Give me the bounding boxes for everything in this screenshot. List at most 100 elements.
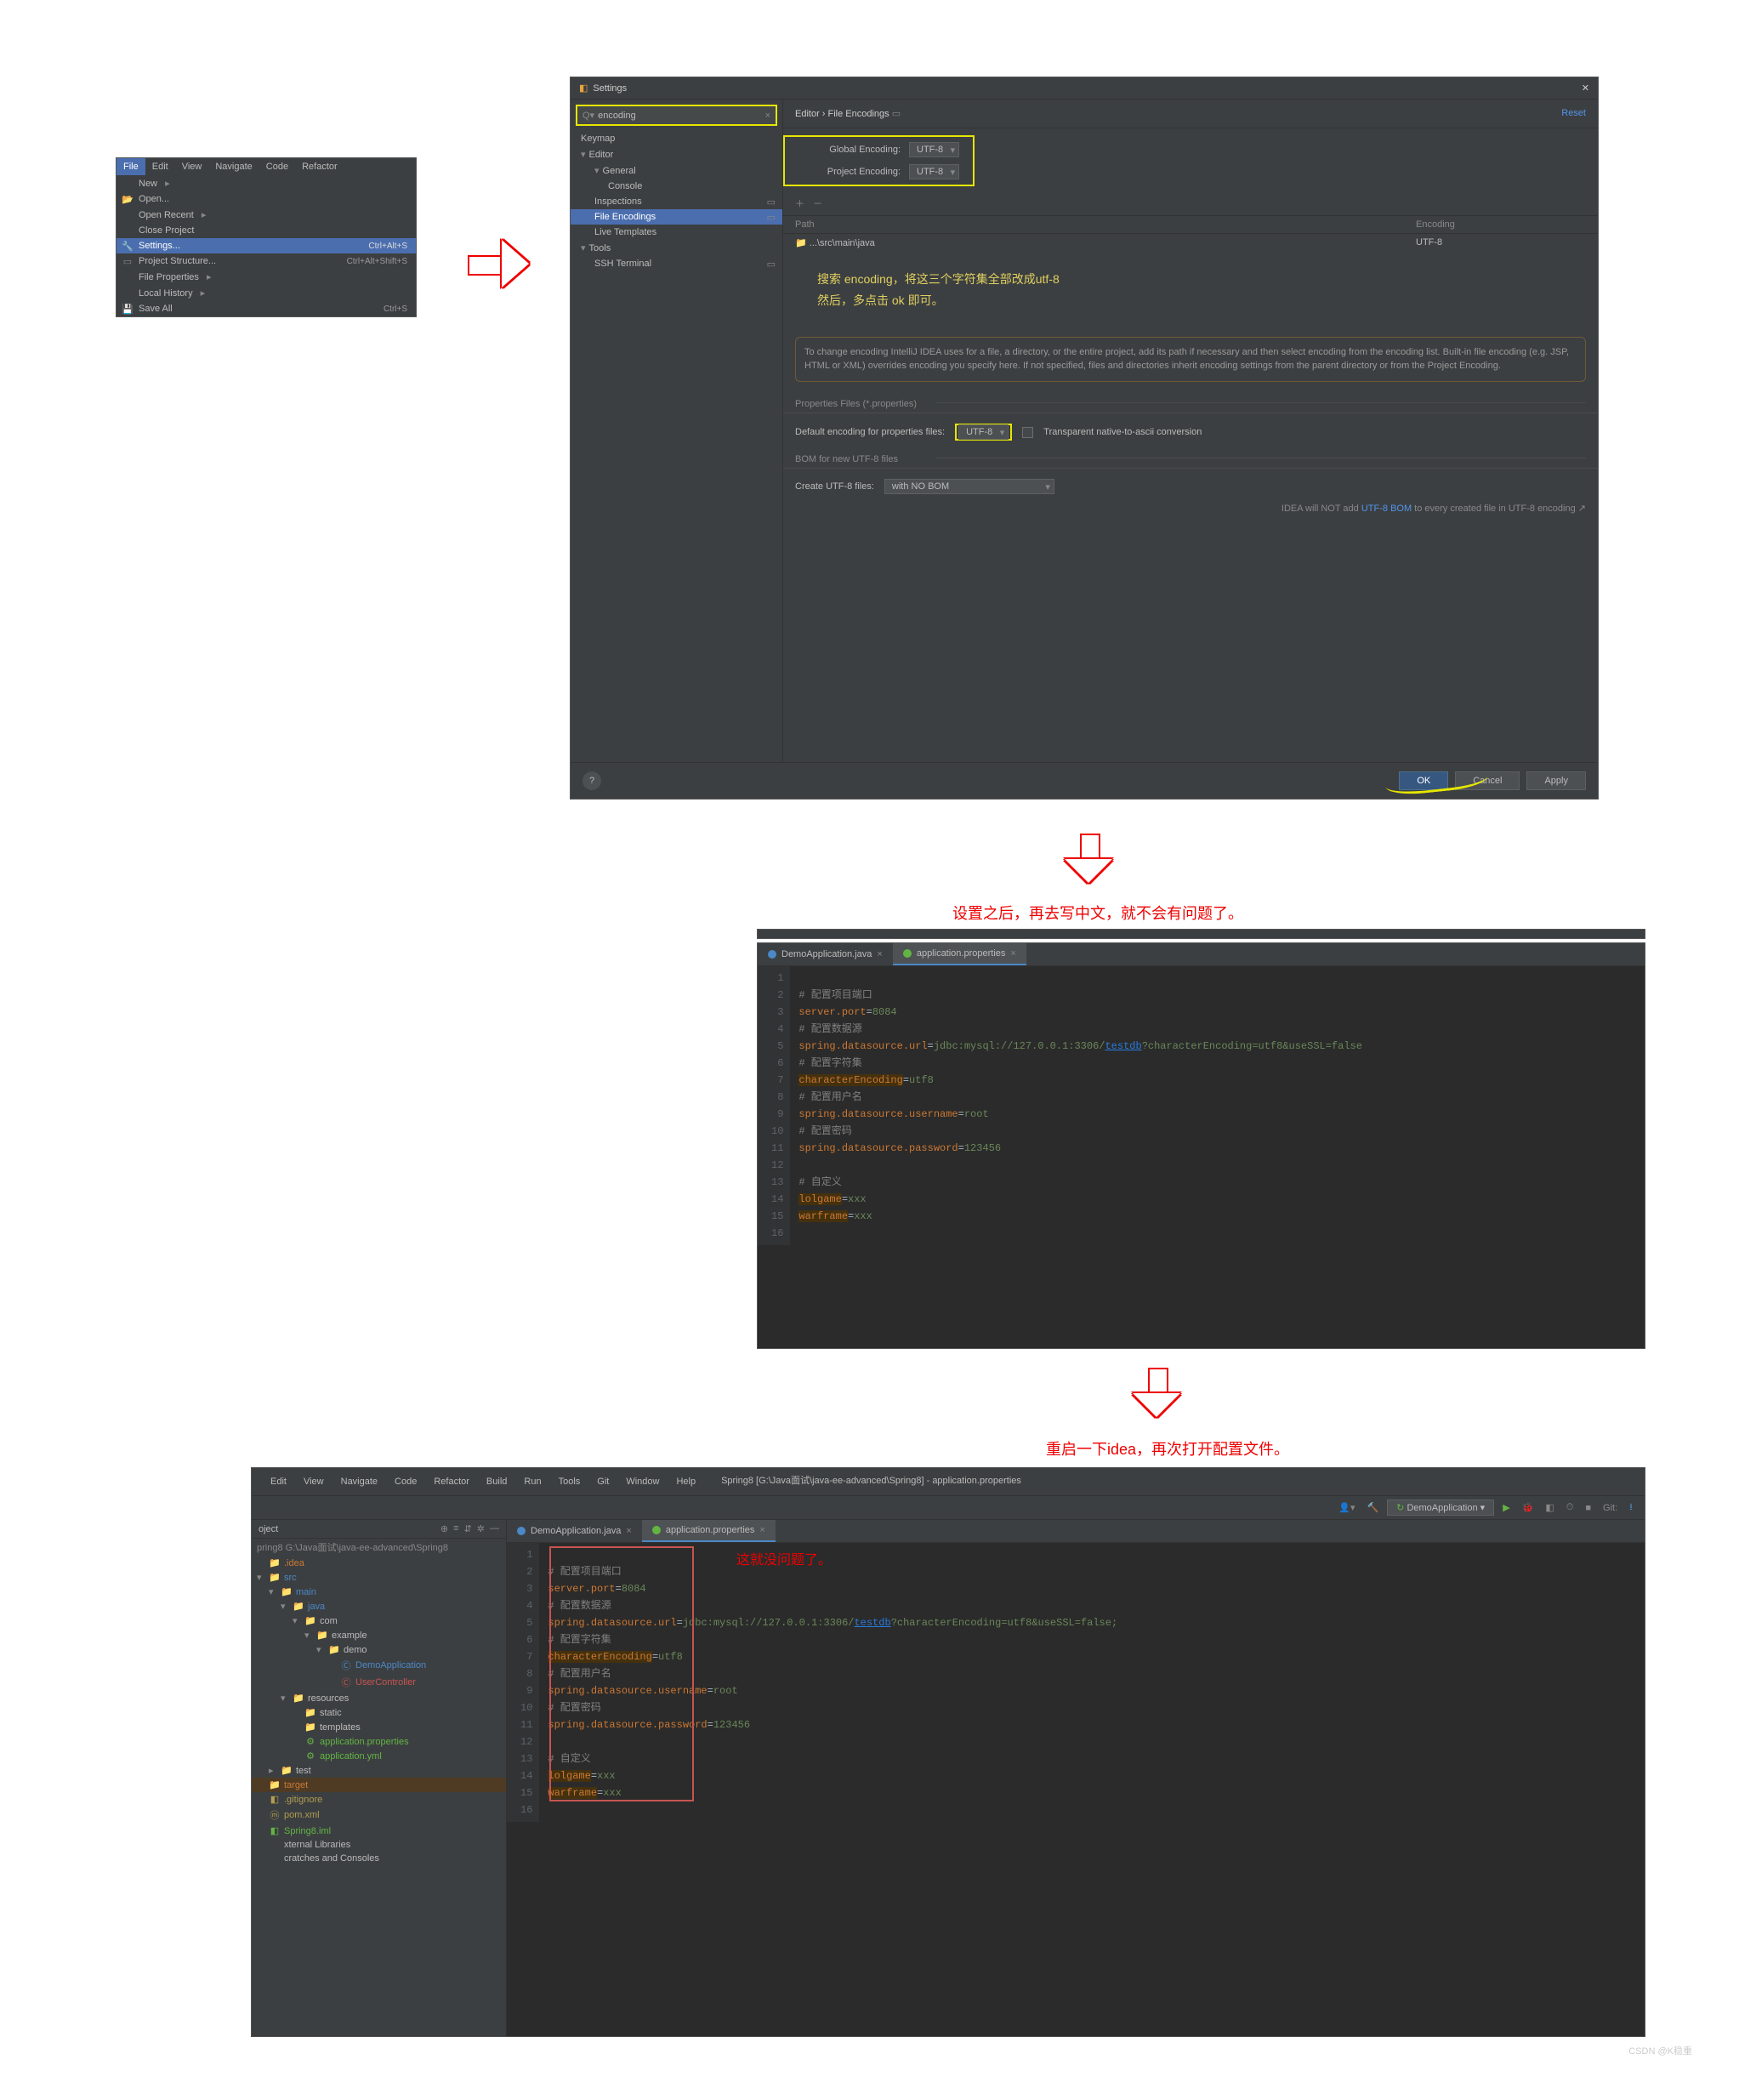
tree-inspections[interactable]: Inspections▭ <box>571 194 782 209</box>
proj-spring8-iml[interactable]: ◧Spring8.iml <box>252 1824 506 1838</box>
tree-console[interactable]: Console <box>571 179 782 194</box>
settings-icon[interactable]: ✲ <box>477 1523 485 1534</box>
menu-code[interactable]: Code <box>259 158 295 175</box>
user-icon[interactable]: 👤▾ <box>1335 1502 1358 1513</box>
tree-ssh-terminal[interactable]: SSH Terminal▭ <box>571 256 782 271</box>
menuitem-open-[interactable]: 📂Open... <box>117 191 416 207</box>
stop-icon[interactable]: ■ <box>1582 1503 1594 1513</box>
proj-cratches-and-consoles[interactable]: cratches and Consoles <box>252 1852 506 1865</box>
menu-file[interactable]: File <box>117 158 145 175</box>
tree-file-encodings[interactable]: File Encodings▭ <box>571 209 782 225</box>
transparent-checkbox[interactable] <box>1022 427 1033 438</box>
git-pull-icon[interactable]: ⭳ <box>1626 1500 1636 1516</box>
tree-live-templates[interactable]: Live Templates <box>571 225 782 240</box>
menuitem-project-structure-[interactable]: ▭Project Structure...Ctrl+Alt+Shift+S <box>117 253 416 269</box>
encoding-table-row[interactable]: 📁 ...\src\main\java UTF-8 <box>783 234 1598 252</box>
project-encoding-dropdown[interactable]: UTF-8 <box>909 164 959 179</box>
proj-demo[interactable]: ▾📁demo <box>252 1642 506 1657</box>
proj-src[interactable]: ▾📁src <box>252 1570 506 1585</box>
menuitem-file-properties[interactable]: File Properties <box>117 269 416 285</box>
tree-keymap[interactable]: Keymap <box>571 131 782 146</box>
props-encoding-dropdown[interactable]: UTF-8 <box>958 424 1009 440</box>
ide-menu-refactor[interactable]: Refactor <box>425 1473 478 1490</box>
global-encoding-dropdown[interactable]: UTF-8 <box>909 142 959 157</box>
ide-menu-window[interactable]: Window <box>617 1473 668 1490</box>
ide-menu-tools[interactable]: Tools <box>550 1473 589 1490</box>
profile-icon[interactable]: ⏱ <box>1563 1502 1577 1513</box>
clear-icon[interactable]: × <box>765 111 770 121</box>
proj-example[interactable]: ▾📁example <box>252 1628 506 1642</box>
proj-resources[interactable]: ▾📁resources <box>252 1691 506 1705</box>
menuitem-save-all[interactable]: 💾Save AllCtrl+S <box>117 301 416 316</box>
proj-main[interactable]: ▾📁main <box>252 1585 506 1599</box>
project-header[interactable]: oject <box>259 1524 278 1534</box>
proj--gitignore[interactable]: ◧.gitignore <box>252 1792 506 1807</box>
ide-menu-code[interactable]: Code <box>386 1473 425 1490</box>
coverage-icon[interactable]: ◧ <box>1542 1502 1557 1513</box>
ide-menu-edit[interactable]: Edit <box>262 1473 295 1490</box>
close-tab-icon[interactable]: × <box>759 1525 764 1535</box>
proj-templates[interactable]: 📁templates <box>252 1720 506 1734</box>
remove-icon[interactable]: － <box>813 196 822 210</box>
project-root[interactable]: pring8 G:\Java面试\java-ee-advanced\Spring… <box>252 1539 506 1556</box>
select-opened-icon[interactable]: ≡ <box>453 1523 458 1534</box>
collapse-icon[interactable]: ⊕ <box>440 1523 448 1534</box>
proj-java[interactable]: ▾📁java <box>252 1599 506 1613</box>
tree-tools[interactable]: ▾Tools <box>571 240 782 256</box>
tab-demoapplication-java[interactable]: DemoApplication.java × <box>507 1520 642 1542</box>
proj-test[interactable]: ▸📁test <box>252 1763 506 1778</box>
menu-view[interactable]: View <box>175 158 209 175</box>
debug-icon[interactable]: 🐞 <box>1519 1502 1537 1513</box>
tree-editor[interactable]: ▾Editor <box>571 146 782 162</box>
menuitem-settings-[interactable]: 🔧Settings...Ctrl+Alt+S <box>117 238 416 253</box>
ide-menu-help[interactable]: Help <box>668 1473 704 1490</box>
annotation-text: 搜索 encoding，将这三个字符集全部改成utf-8 然后，多点击 ok 即… <box>817 269 1564 311</box>
menu-refactor[interactable]: Refactor <box>295 158 344 175</box>
proj-com[interactable]: ▾📁com <box>252 1613 506 1628</box>
proj-application-yml[interactable]: ⚙application.yml <box>252 1749 506 1763</box>
menuitem-local-history[interactable]: Local History <box>117 285 416 301</box>
ide-menu-run[interactable]: Run <box>515 1473 549 1490</box>
ide-menu-navigate[interactable]: Navigate <box>332 1473 386 1490</box>
settings-search[interactable]: Q▾encoding× <box>576 105 777 126</box>
expand-icon[interactable]: ⇵ <box>464 1523 472 1534</box>
close-tab-icon[interactable]: × <box>1010 948 1015 959</box>
reset-link[interactable]: Reset <box>1561 108 1586 119</box>
bom-link[interactable]: UTF-8 BOM <box>1361 504 1412 514</box>
proj-demoapplication[interactable]: ⒸDemoApplication <box>252 1657 506 1674</box>
tab-application-properties[interactable]: application.properties × <box>642 1520 776 1542</box>
cancel-button[interactable]: Cancel <box>1455 771 1520 790</box>
menuitem-open-recent[interactable]: Open Recent <box>117 207 416 223</box>
menu-edit[interactable]: Edit <box>145 158 175 175</box>
menuitem-new[interactable]: New <box>117 175 416 191</box>
tree-general[interactable]: ▾General <box>571 162 782 179</box>
proj-pom-xml[interactable]: ⓜpom.xml <box>252 1807 506 1824</box>
close-tab-icon[interactable]: × <box>626 1526 631 1536</box>
ide-menu-view[interactable]: View <box>295 1473 332 1490</box>
close-icon[interactable]: ✕ <box>1582 83 1589 94</box>
close-tab-icon[interactable]: × <box>877 949 882 959</box>
add-icon[interactable]: ＋ <box>795 196 804 210</box>
run-config-dropdown[interactable]: ↻ DemoApplication ▾ <box>1387 1500 1494 1516</box>
proj-static[interactable]: 📁static <box>252 1705 506 1720</box>
tab-demoapplication-java[interactable]: DemoApplication.java × <box>758 943 893 965</box>
proj-xternal-libraries[interactable]: xternal Libraries <box>252 1838 506 1852</box>
hammer-icon[interactable]: 🔨 <box>1363 1502 1382 1513</box>
proj-target[interactable]: 📁target <box>252 1778 506 1792</box>
ide-menu-build[interactable]: Build <box>478 1473 515 1490</box>
bom-dropdown[interactable]: with NO BOM <box>884 479 1054 494</box>
proj--idea[interactable]: 📁.idea <box>252 1556 506 1570</box>
help-button[interactable]: ? <box>583 771 601 790</box>
ok-button[interactable]: OK <box>1399 771 1448 790</box>
editor-code[interactable]: # 配置项目端口server.port=8084# 配置数据源spring.da… <box>790 966 1645 1245</box>
apply-button[interactable]: Apply <box>1526 771 1586 790</box>
hide-icon[interactable]: — <box>490 1523 499 1534</box>
proj-application-properties[interactable]: ⚙application.properties <box>252 1734 506 1749</box>
menu-navigate[interactable]: Navigate <box>208 158 259 175</box>
menuitem-close-project[interactable]: Close Project <box>117 223 416 238</box>
tab-application-properties[interactable]: application.properties × <box>893 943 1026 965</box>
proj-usercontroller[interactable]: ⒸUserController <box>252 1674 506 1691</box>
run-icon[interactable]: ▶ <box>1499 1502 1513 1513</box>
editor-code-2[interactable]: # 配置项目端口server.port=8084# 配置数据源spring.da… <box>539 1543 1645 1822</box>
ide-menu-git[interactable]: Git <box>588 1473 617 1490</box>
